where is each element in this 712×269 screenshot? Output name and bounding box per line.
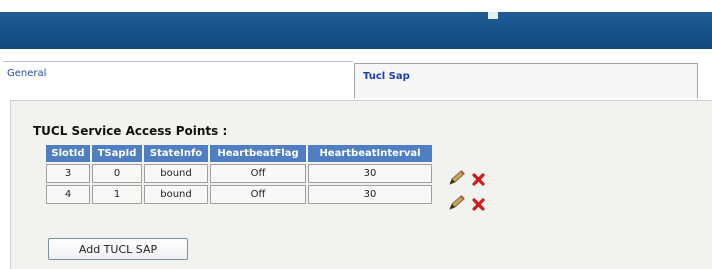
cell-slotid: 3 — [46, 164, 90, 183]
cell-heartbeatinterval: 30 — [308, 185, 432, 204]
red-x-icon[interactable] — [472, 196, 485, 215]
table-row: 3 0 bound Off 30 — [46, 164, 432, 183]
table-header-row: SlotId TSapId StateInfo HeartbeatFlag He… — [46, 145, 432, 162]
tab-general-label: General — [7, 68, 47, 79]
table-row: 4 1 bound Off 30 — [46, 185, 432, 204]
app-frame: General Tucl Sap TUCL Service Access Poi… — [0, 0, 712, 269]
tab-general[interactable]: General — [3, 61, 353, 98]
cell-stateinfo: bound — [144, 185, 208, 204]
column-header-tsapid[interactable]: TSapId — [92, 145, 142, 162]
cell-heartbeatflag: Off — [210, 185, 306, 204]
cell-slotid: 4 — [46, 185, 90, 204]
header-indicator — [488, 12, 498, 19]
column-header-stateinfo[interactable]: StateInfo — [144, 145, 208, 162]
row-actions — [448, 195, 485, 215]
cell-heartbeatflag: Off — [210, 164, 306, 183]
column-header-heartbeatflag[interactable]: HeartbeatFlag — [210, 145, 306, 162]
pencil-icon[interactable] — [448, 170, 466, 190]
tab-tucl-sap[interactable]: Tucl Sap — [354, 63, 698, 98]
cell-tsapid: 0 — [92, 164, 142, 183]
pencil-icon[interactable] — [448, 195, 466, 215]
cell-tsapid: 1 — [92, 185, 142, 204]
red-x-icon[interactable] — [472, 171, 485, 190]
tab-bar: General Tucl Sap — [0, 58, 712, 100]
add-tucl-sap-button[interactable]: Add TUCL SAP — [48, 238, 188, 260]
row-actions — [448, 170, 485, 190]
sap-table: SlotId TSapId StateInfo HeartbeatFlag He… — [44, 143, 434, 206]
column-header-slotid[interactable]: SlotId — [46, 145, 90, 162]
tab-tucl-sap-label: Tucl Sap — [363, 71, 410, 82]
section-title: TUCL Service Access Points : — [33, 124, 228, 138]
top-header-bar — [0, 12, 712, 49]
cell-stateinfo: bound — [144, 164, 208, 183]
column-header-heartbeatinterval[interactable]: HeartbeatInterval — [308, 145, 432, 162]
cell-heartbeatinterval: 30 — [308, 164, 432, 183]
